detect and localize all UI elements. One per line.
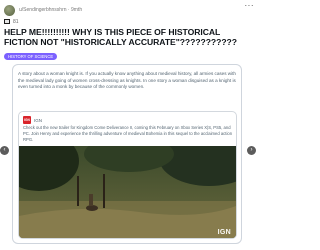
- quoted-post-header: IGN IGN: [23, 116, 42, 124]
- post-username[interactable]: u/Sendingerbhnsshrn · 9mth: [19, 7, 82, 13]
- avatar[interactable]: [4, 4, 15, 16]
- badge-label: 81: [13, 18, 19, 25]
- post-header: u/Sendingerbhnsshrn · 9mth: [4, 3, 252, 17]
- more-options-button[interactable]: ···: [245, 2, 255, 10]
- post-title[interactable]: HELP ME!!!!!!!!!! WHY IS THIS PIECE OF H…: [4, 27, 254, 47]
- video-frame: [19, 146, 236, 238]
- flag-icon: [4, 19, 10, 24]
- category-pill[interactable]: HISTORY OF SCIENCE: [4, 53, 58, 60]
- embed-body-text: A story about a woman knight is. If you …: [18, 71, 236, 90]
- ign-logo: IGN: [23, 116, 31, 124]
- ign-watermark: IGN: [217, 229, 231, 236]
- post-badge-row: 81: [4, 18, 19, 25]
- quoted-username[interactable]: IGN: [34, 118, 42, 123]
- quoted-post-text: Check out the new trailer for Kingdom Co…: [23, 125, 233, 142]
- quoted-post-card[interactable]: IGN IGN Check out the new trailer for Ki…: [18, 111, 237, 239]
- video-player[interactable]: IGN: [19, 146, 236, 238]
- embed-card[interactable]: A story about a woman knight is. If you …: [12, 64, 242, 244]
- right-arrow-icon[interactable]: ›: [247, 146, 256, 155]
- left-arrow-icon[interactable]: ‹: [0, 146, 9, 155]
